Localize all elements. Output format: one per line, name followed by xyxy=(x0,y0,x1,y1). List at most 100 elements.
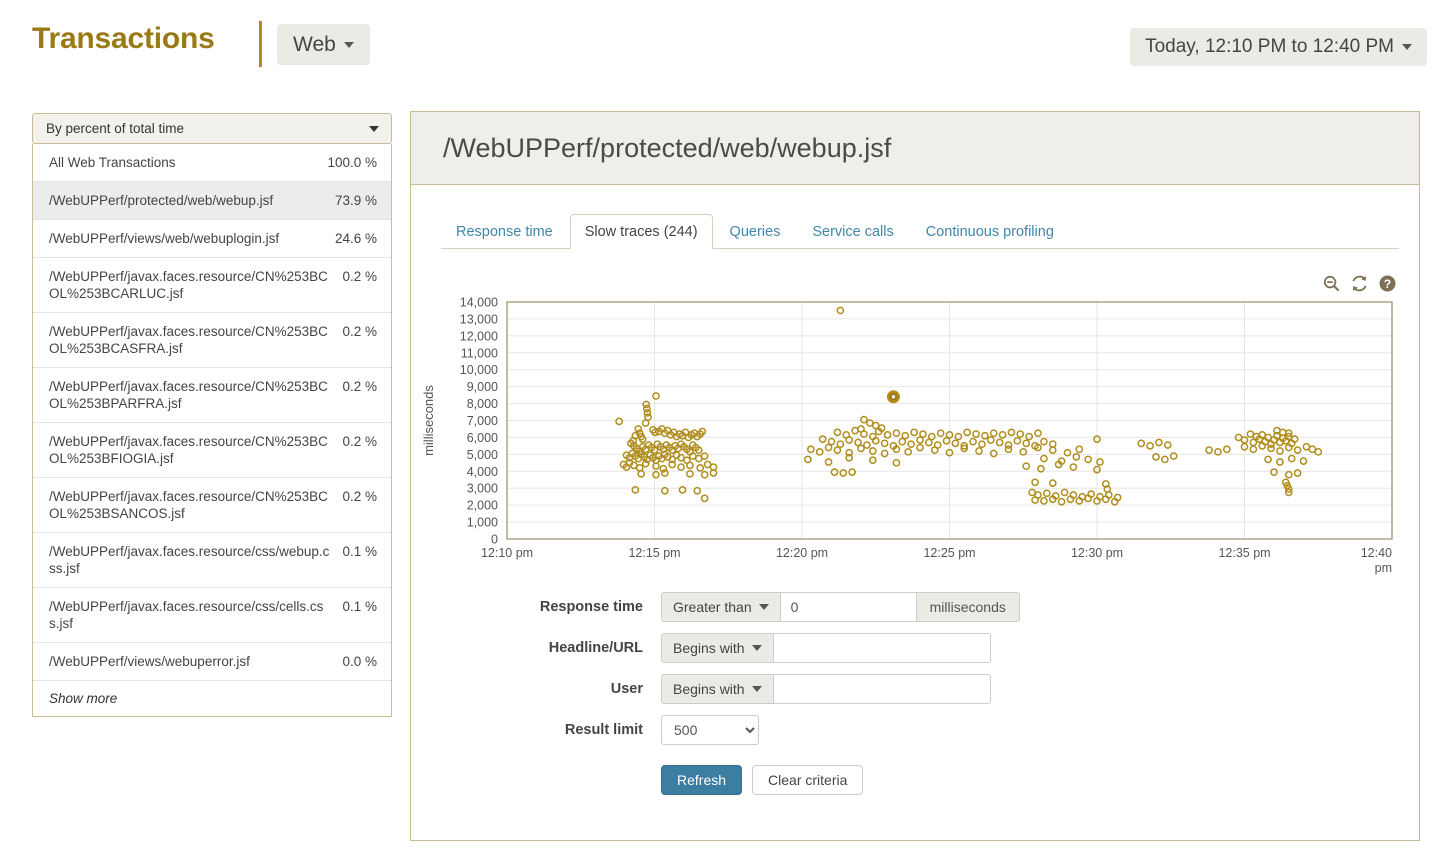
svg-text:?: ? xyxy=(1384,277,1391,291)
scatter-point xyxy=(1041,439,1047,445)
transaction-list-item[interactable]: /WebUPPerf/javax.faces.resource/css/cell… xyxy=(33,587,391,642)
transaction-list-item[interactable]: /WebUPPerf/javax.faces.resource/CN%253BC… xyxy=(33,367,391,422)
chevron-down-icon xyxy=(1402,44,1412,50)
scatter-point xyxy=(837,307,843,313)
scatter-point xyxy=(991,450,997,456)
user-value-input[interactable] xyxy=(774,674,991,704)
clear-criteria-button[interactable]: Clear criteria xyxy=(752,765,863,795)
scatter-point xyxy=(697,465,703,471)
scatter-point xyxy=(976,448,982,454)
panel-title: /WebUPPerf/protected/web/webup.jsf xyxy=(443,133,891,164)
transaction-list-item[interactable]: All Web Transactions100.0 % xyxy=(33,144,391,181)
slow-traces-scatter-chart[interactable]: 01,0002,0003,0004,0005,0006,0007,0008,00… xyxy=(411,292,1421,512)
x-axis-tick-label: 12:15 pm xyxy=(628,546,680,560)
scatter-point xyxy=(1076,446,1082,452)
scatter-series-slow-traces xyxy=(616,307,1321,504)
headline-url-label: Headline/URL xyxy=(411,640,661,656)
scatter-point xyxy=(834,447,840,453)
scatter-point xyxy=(1271,469,1277,475)
title-divider xyxy=(259,21,262,67)
transaction-list-item[interactable]: /WebUPPerf/views/web/webuplogin.jsf24.6 … xyxy=(33,219,391,257)
scatter-point xyxy=(702,495,708,501)
scatter-point xyxy=(882,440,888,446)
transaction-name: All Web Transactions xyxy=(49,154,327,171)
chevron-down-icon xyxy=(344,42,354,48)
scatter-point xyxy=(1265,456,1271,462)
result-limit-select[interactable]: 10020050010002000 xyxy=(661,715,759,745)
transaction-list-item[interactable]: /WebUPPerf/javax.faces.resource/CN%253BC… xyxy=(33,257,391,312)
tab-continuous-profiling[interactable]: Continuous profiling xyxy=(911,214,1069,249)
user-row: User Begins with xyxy=(411,674,1421,704)
scatter-point xyxy=(1206,447,1212,453)
scatter-point xyxy=(864,442,870,448)
x-axis-tick-label: 12:20 pm xyxy=(776,546,828,560)
scatter-point xyxy=(899,439,905,445)
headline-url-operator-dropdown[interactable]: Begins with xyxy=(661,633,774,663)
refresh-button[interactable]: Refresh xyxy=(661,765,742,795)
user-operator-dropdown[interactable]: Begins with xyxy=(661,674,774,704)
y-axis-tick-label: 11,000 xyxy=(461,346,498,360)
refresh-icon[interactable] xyxy=(1350,274,1369,293)
transaction-list-item[interactable]: /WebUPPerf/javax.faces.resource/CN%253BC… xyxy=(33,477,391,532)
scatter-point xyxy=(893,460,899,466)
sort-order-dropdown[interactable]: By percent of total time xyxy=(32,113,392,144)
scatter-point xyxy=(943,438,949,444)
x-axis-tick-label: 12:40 xyxy=(1361,546,1392,560)
user-operator-label: Begins with xyxy=(673,681,745,697)
transaction-type-label: Web xyxy=(293,33,336,57)
headline-url-value-input[interactable] xyxy=(774,633,991,663)
y-axis-tick-label: 12,000 xyxy=(460,329,498,343)
transaction-percent: 0.2 % xyxy=(342,488,377,505)
y-axis-tick-label: 5,000 xyxy=(467,448,498,462)
scatter-point xyxy=(1014,438,1020,444)
scatter-point xyxy=(926,439,932,445)
transaction-list-item[interactable]: /WebUPPerf/javax.faces.resource/CN%253BC… xyxy=(33,422,391,477)
page-header: Transactions Web Today, 12:10 PM to 12:4… xyxy=(0,0,1449,92)
scatter-point xyxy=(908,441,914,447)
y-axis-tick-label: 7,000 xyxy=(467,414,498,428)
scatter-point xyxy=(1289,455,1295,461)
response-time-operator-dropdown[interactable]: Greater than xyxy=(661,592,781,622)
scatter-point xyxy=(911,429,917,435)
scatter-point xyxy=(1147,443,1153,449)
scatter-point xyxy=(1300,458,1306,464)
transaction-percent: 0.1 % xyxy=(342,598,377,615)
scatter-point xyxy=(653,393,659,399)
response-time-value-input[interactable] xyxy=(781,592,917,622)
chart-svg: 01,0002,0003,0004,0005,0006,0007,0008,00… xyxy=(411,292,1421,582)
show-more-link[interactable]: Show more xyxy=(33,680,391,716)
scatter-point xyxy=(932,447,938,453)
scatter-point xyxy=(1070,464,1076,470)
transaction-list-item[interactable]: /WebUPPerf/views/webuperror.jsf0.0 % xyxy=(33,642,391,680)
scatter-point xyxy=(1035,430,1041,436)
zoom-out-icon[interactable] xyxy=(1322,274,1341,293)
transaction-list-item[interactable]: /WebUPPerf/javax.faces.resource/CN%253BC… xyxy=(33,312,391,367)
transaction-list-item[interactable]: /WebUPPerf/protected/web/webup.jsf73.9 % xyxy=(33,181,391,219)
scatter-point xyxy=(1277,459,1283,465)
tab-response-time[interactable]: Response time xyxy=(441,214,568,249)
scatter-point xyxy=(831,469,837,475)
tab-service-calls[interactable]: Service calls xyxy=(797,214,908,249)
tab-queries[interactable]: Queries xyxy=(715,214,796,249)
scatter-point xyxy=(808,446,814,452)
scatter-point xyxy=(1005,446,1011,452)
tab-slow-traces-244[interactable]: Slow traces (244) xyxy=(570,214,713,249)
scatter-point xyxy=(678,464,684,470)
help-icon[interactable]: ? xyxy=(1378,274,1397,293)
transaction-name: /WebUPPerf/javax.faces.resource/CN%253BC… xyxy=(49,323,342,357)
chevron-down-icon xyxy=(752,686,762,692)
panel-header: /WebUPPerf/protected/web/webup.jsf xyxy=(411,112,1419,185)
transaction-type-dropdown[interactable]: Web xyxy=(277,24,370,65)
criteria-form: Response time Greater than milliseconds … xyxy=(411,592,1421,795)
y-axis-tick-label: 4,000 xyxy=(467,465,498,479)
transaction-list-item[interactable]: /WebUPPerf/javax.faces.resource/css/webu… xyxy=(33,532,391,587)
transaction-name: /WebUPPerf/javax.faces.resource/CN%253BC… xyxy=(49,488,342,522)
response-time-operator-label: Greater than xyxy=(673,599,752,615)
scatter-point xyxy=(1162,456,1168,462)
y-axis-tick-label: 6,000 xyxy=(467,431,498,445)
x-axis-tick-label: 12:25 pm xyxy=(923,546,975,560)
y-axis-title: milliseconds xyxy=(421,385,436,456)
scatter-point xyxy=(1041,455,1047,461)
date-range-dropdown[interactable]: Today, 12:10 PM to 12:40 PM xyxy=(1130,28,1427,66)
scatter-point xyxy=(1097,459,1103,465)
